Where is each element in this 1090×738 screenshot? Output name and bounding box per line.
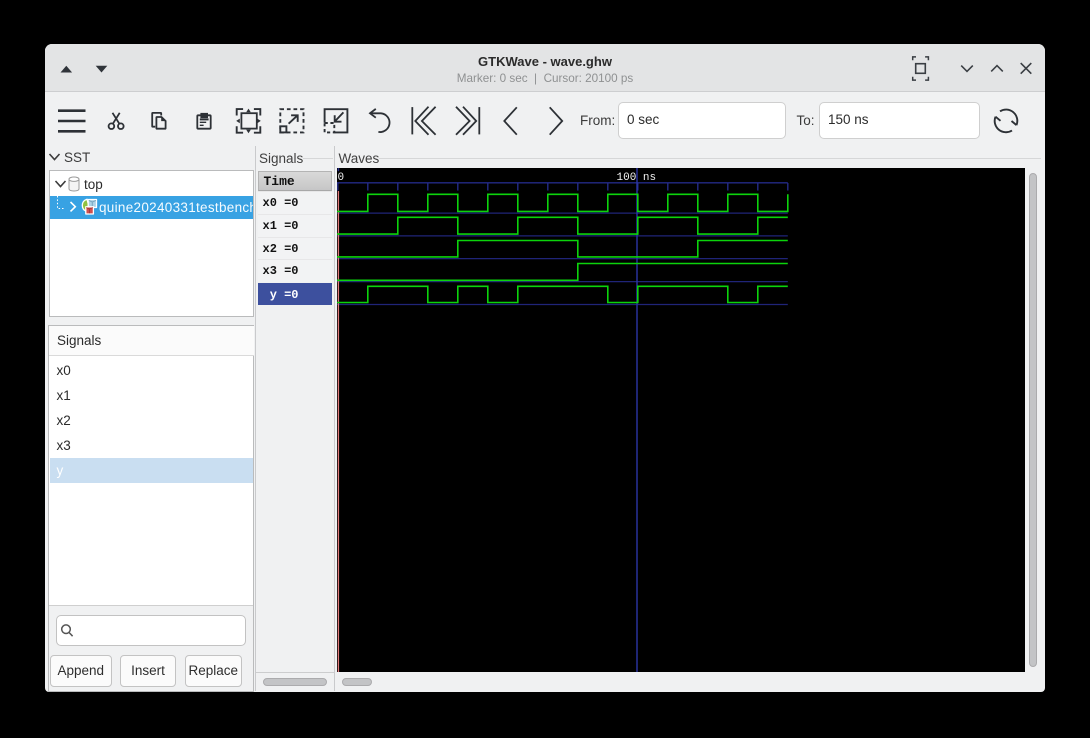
svg-text:To:: To: <box>797 113 815 128</box>
svg-text:100 ns: 100 ns <box>617 172 657 184</box>
svg-text:0: 0 <box>338 172 345 184</box>
svg-text:From:: From: <box>580 113 615 128</box>
